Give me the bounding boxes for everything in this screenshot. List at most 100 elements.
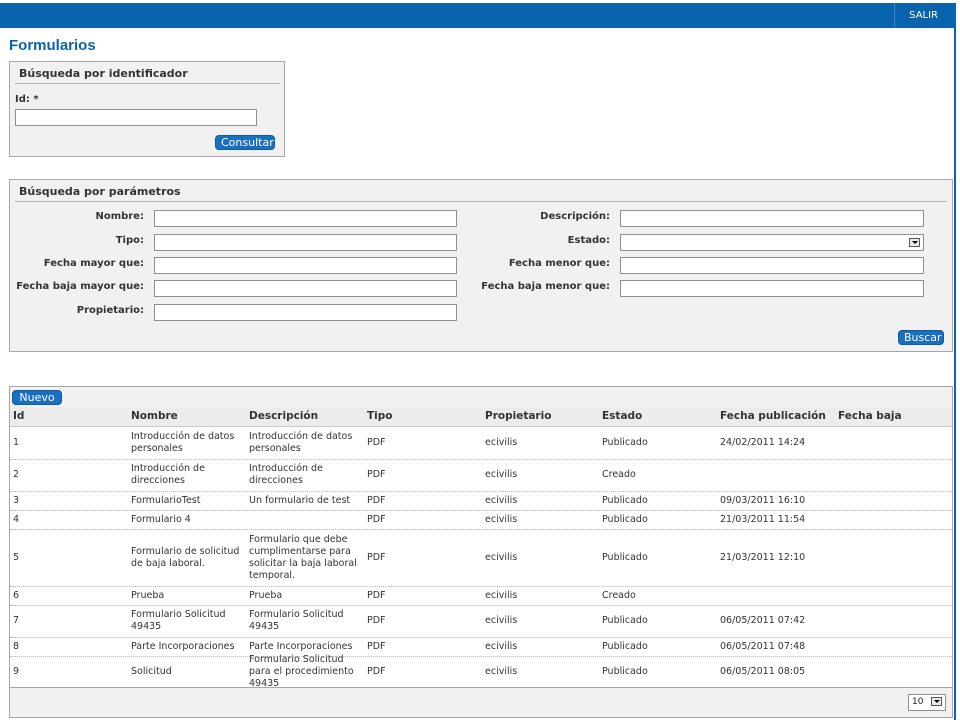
- column-header[interactable]: Nombre: [131, 407, 178, 426]
- table-cell: Formulario que debe cumplimentarse para …: [249, 533, 357, 581]
- table-cell: ecivilis: [485, 551, 518, 563]
- table-cell: ecivilis: [485, 494, 518, 506]
- descripcion-input[interactable]: [620, 210, 924, 227]
- estado-label: Estado:: [567, 235, 610, 246]
- fecha-baja-menor-label: Fecha baja menor que:: [481, 281, 610, 292]
- table-cell: Prueba: [131, 589, 165, 601]
- column-header[interactable]: Fecha baja: [838, 407, 902, 426]
- table-row[interactable]: 2 Introducción de direcciones Introducción…: [10, 459, 952, 492]
- table-cell: ecivilis: [485, 469, 518, 480]
- column-header[interactable]: Descripción: [249, 407, 318, 426]
- table-cell: 8: [13, 640, 20, 652]
- table-cell: Parte Incorporaciones: [249, 640, 353, 652]
- table-cell: PDF: [367, 437, 386, 448]
- id-search-title: Búsqueda por identificador: [19, 67, 188, 80]
- nombre-input[interactable]: [154, 210, 457, 227]
- table-cell: 24/02/2011 14:24: [720, 437, 806, 448]
- table-cell: Publicado: [602, 513, 648, 525]
- table-cell: PDF: [367, 615, 386, 626]
- table-cell: ecivilis: [485, 615, 518, 626]
- estado-select[interactable]: [620, 234, 924, 251]
- id-label: Id: *: [15, 94, 39, 105]
- table-cell: 4: [13, 513, 20, 525]
- table-cell: 09/03/2011 16:10: [720, 494, 806, 506]
- table-cell: PDF: [367, 469, 386, 480]
- table-row[interactable]: 6 Prueba Prueba PDF ecivilis Creado: [10, 586, 952, 606]
- buscar-button[interactable]: Buscar: [898, 330, 944, 345]
- table-row[interactable]: 3 FormularioTest Un formulario de test PDF e…: [10, 491, 952, 511]
- table-cell: ecivilis: [485, 666, 518, 677]
- table-cell: ecivilis: [485, 513, 518, 525]
- table-row[interactable]: 4 Formulario 4 PDF ecivilis Publicado 21/03/2…: [10, 510, 952, 530]
- table-row[interactable]: 8 Parte Incorporaciones Parte Incorporacio…: [10, 637, 952, 657]
- table-cell: PDF: [367, 551, 386, 563]
- page-title: Formularios: [9, 37, 96, 54]
- column-header[interactable]: Id: [13, 407, 24, 426]
- table-cell: ecivilis: [485, 437, 518, 448]
- fecha-menor-input[interactable]: [620, 257, 924, 274]
- page-size-value: 10: [912, 697, 924, 707]
- results-grid: Nuevo Id Nombre Descripción Tipo Propiet…: [9, 386, 953, 718]
- column-header[interactable]: Fecha publicación: [720, 407, 826, 426]
- propietario-label: Propietario:: [76, 305, 144, 316]
- descripcion-label: Descripción:: [540, 211, 610, 222]
- nombre-label: Nombre:: [95, 211, 144, 222]
- table-cell: Un formulario de test: [249, 494, 351, 506]
- table-cell: Publicado: [602, 666, 648, 677]
- id-input[interactable]: [15, 109, 257, 126]
- table-cell: 5: [13, 551, 20, 563]
- table-cell: 9: [13, 666, 20, 677]
- nuevo-button[interactable]: Nuevo: [12, 390, 62, 405]
- table-row[interactable]: 7 Formulario Solicitud 49435 Formulario So…: [10, 605, 952, 638]
- chevron-down-icon[interactable]: [931, 697, 942, 706]
- table-cell: 2: [13, 469, 20, 480]
- table-row[interactable]: 5 Formulario de solicitud de baja laboral…: [10, 529, 952, 587]
- table-cell: Parte Incorporaciones: [131, 640, 235, 652]
- table-cell: Solicitud: [131, 666, 172, 677]
- table-cell: Formulario 4: [131, 513, 191, 525]
- table-cell: 7: [13, 615, 20, 626]
- table-cell: 21/03/2011 12:10: [720, 551, 806, 563]
- param-search-title: Búsqueda por parámetros: [19, 185, 181, 198]
- consultar-button[interactable]: Consultar: [215, 135, 275, 150]
- fecha-mayor-input[interactable]: [154, 257, 457, 274]
- table-cell: Introducción de datos personales: [131, 431, 235, 454]
- chevron-down-icon[interactable]: [909, 238, 920, 247]
- table-cell: PDF: [367, 589, 386, 601]
- table-cell: Formulario Solicitud 49435: [131, 609, 226, 632]
- right-border: [954, 3, 956, 720]
- table-cell: 06/05/2011 08:05: [720, 666, 806, 677]
- table-cell: Introducción de direcciones: [131, 463, 205, 486]
- table-cell: 6: [13, 589, 20, 601]
- id-search-panel: Búsqueda por identificador Id: * Consult…: [9, 61, 285, 157]
- table-cell: PDF: [367, 640, 386, 652]
- table-cell: 06/05/2011 07:48: [720, 640, 806, 652]
- fecha-menor-label: Fecha menor que:: [508, 258, 610, 269]
- table-row[interactable]: 1 Introducción de datos personales Introdu…: [10, 427, 952, 460]
- table-cell: PDF: [367, 513, 386, 525]
- table-row[interactable]: 9 Solicitud Formulario Solicitud para el p…: [10, 654, 952, 689]
- table-cell: Prueba: [249, 589, 283, 601]
- table-cell: 21/03/2011 11:54: [720, 513, 806, 525]
- table-cell: Publicado: [602, 640, 648, 652]
- table-cell: FormularioTest: [131, 494, 201, 506]
- column-header[interactable]: Propietario: [485, 407, 551, 426]
- table-cell: ecivilis: [485, 589, 518, 601]
- page-size-select[interactable]: 10: [908, 694, 946, 711]
- panel-divider: [15, 201, 947, 202]
- fecha-baja-menor-input[interactable]: [620, 280, 924, 297]
- table-cell: Introducción de direcciones: [249, 463, 323, 486]
- table-cell: Formulario Solicitud 49435: [249, 609, 344, 632]
- column-header[interactable]: Tipo: [367, 407, 393, 426]
- column-header[interactable]: Estado: [602, 407, 642, 426]
- table-cell: ecivilis: [485, 640, 518, 652]
- fecha-baja-mayor-input[interactable]: [154, 280, 457, 297]
- tipo-input[interactable]: [154, 234, 457, 251]
- table-cell: Formulario de solicitud de baja laboral.: [131, 545, 240, 569]
- table-cell: 06/05/2011 07:42: [720, 615, 806, 626]
- table-cell: Publicado: [602, 615, 648, 626]
- table-cell: Publicado: [602, 437, 648, 448]
- logout-link[interactable]: SALIR: [894, 3, 938, 28]
- propietario-input[interactable]: [154, 304, 457, 321]
- table-cell: 1: [13, 437, 20, 448]
